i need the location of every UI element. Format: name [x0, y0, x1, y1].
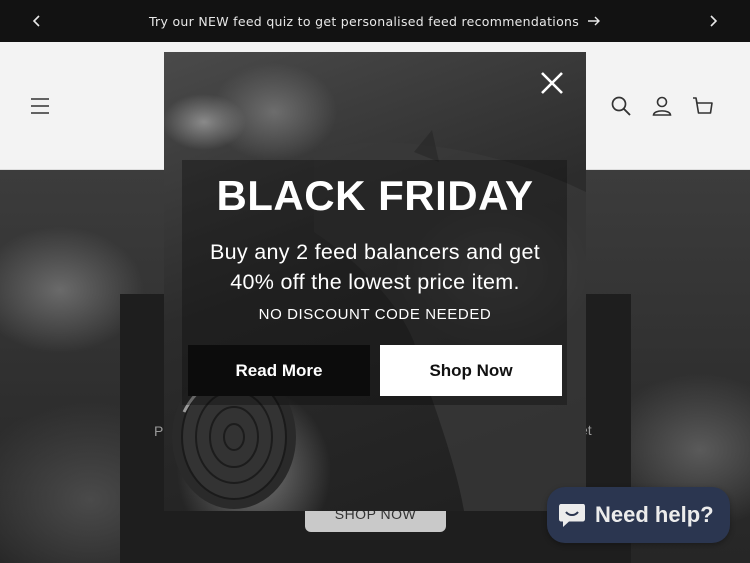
chevron-left-icon[interactable]: [28, 12, 46, 30]
chat-label: Need help?: [595, 502, 714, 527]
popup-title: BLACK FRIDAY: [216, 172, 534, 219]
announcement-link[interactable]: Try our NEW feed quiz to get personalise…: [149, 14, 601, 29]
read-more-button[interactable]: Read More: [188, 345, 370, 396]
chat-help-button[interactable]: Need help?: [547, 487, 730, 543]
popup-subtitle: Buy any 2 feed balancers and get 40% off…: [164, 237, 586, 297]
account-icon[interactable]: [650, 94, 674, 118]
shop-now-button[interactable]: Shop Now: [380, 345, 562, 396]
arrow-right-icon: [588, 16, 601, 26]
popup-subtitle-line2: 40% off the lowest price item.: [230, 270, 520, 294]
cart-icon[interactable]: [691, 94, 715, 118]
chat-bubble-icon: [559, 504, 585, 527]
search-icon[interactable]: [609, 94, 633, 118]
chevron-right-icon[interactable]: [704, 12, 722, 30]
popup-note: NO DISCOUNT CODE NEEDED: [258, 306, 492, 323]
close-icon[interactable]: [537, 68, 567, 98]
black-friday-popup: BLACK FRIDAY Buy any 2 feed balancers an…: [164, 52, 586, 511]
popup-subtitle-line1: Buy any 2 feed balancers and get: [210, 240, 540, 264]
hero-text-left: P: [154, 423, 164, 439]
announcement-text: Try our NEW feed quiz to get personalise…: [148, 13, 580, 29]
announcement-bar: Try our NEW feed quiz to get personalise…: [0, 0, 750, 42]
hamburger-menu-icon[interactable]: [28, 94, 52, 118]
